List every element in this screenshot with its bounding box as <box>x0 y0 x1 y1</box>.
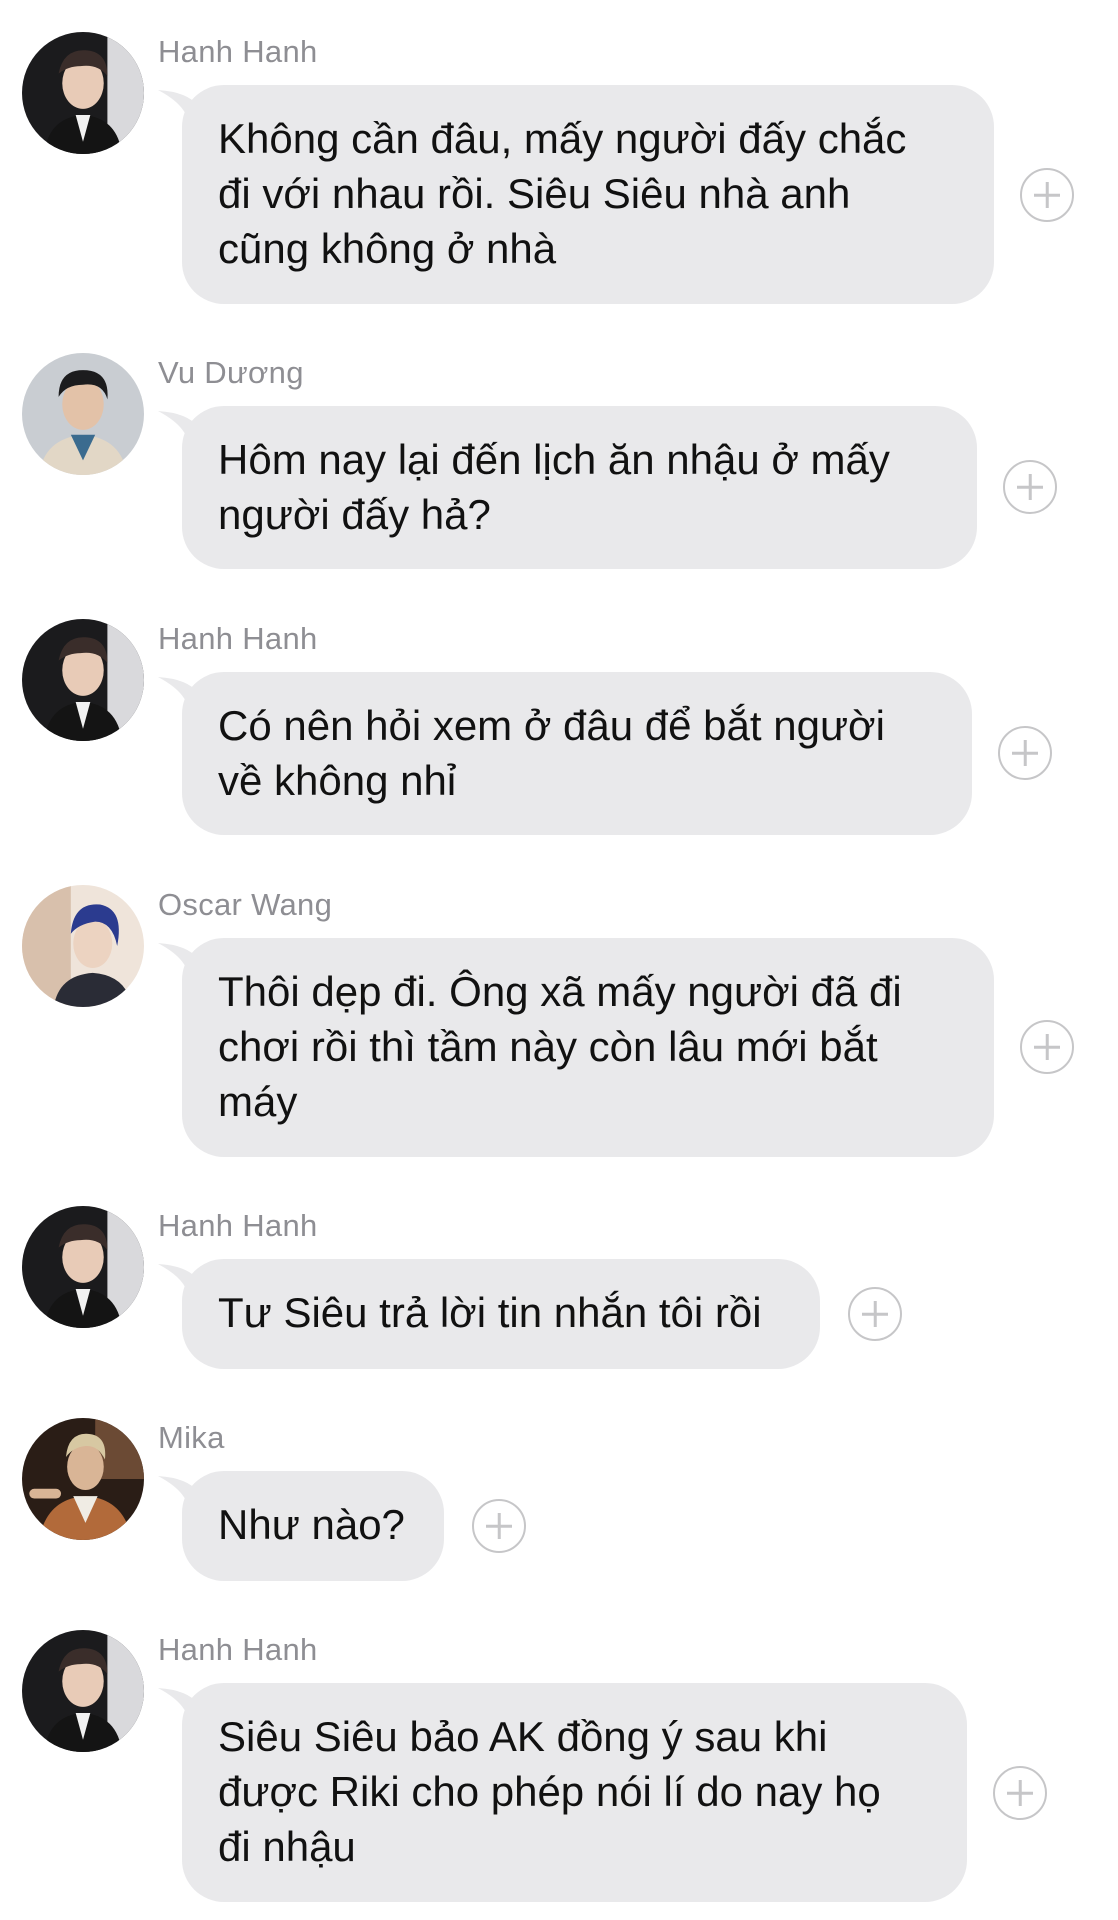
plus-circle-icon[interactable] <box>472 1499 526 1553</box>
sender-name: Hanh Hanh <box>158 1208 318 1243</box>
avatar-hanh-hanh-icon <box>22 1630 144 1752</box>
chat-thread: Hanh Hanh Không cần đâu, mấy người đấy c… <box>0 0 1118 1920</box>
plus-circle-icon[interactable] <box>993 1766 1047 1820</box>
plus-circle-icon[interactable] <box>1020 168 1074 222</box>
avatar-mika-icon <box>22 1418 144 1540</box>
avatar-vu-duong-icon <box>22 353 144 475</box>
avatar[interactable] <box>22 353 144 475</box>
avatar-hanh-hanh-icon <box>22 619 144 741</box>
avatar[interactable] <box>22 32 144 154</box>
message-bubble[interactable]: Hôm nay lại đến lịch ăn nhậu ở mấy người… <box>182 406 977 569</box>
plus-circle-icon[interactable] <box>998 726 1052 780</box>
message-bubble[interactable]: Như nào? <box>182 1471 444 1581</box>
sender-name: Hanh Hanh <box>158 1632 318 1667</box>
message-bubble[interactable]: Có nên hỏi xem ở đâu để bắt người về khô… <box>182 672 972 835</box>
avatar-oscar-wang-icon <box>22 885 144 1007</box>
message-bubble[interactable]: Siêu Siêu bảo AK đồng ý sau khi được Rik… <box>182 1683 967 1902</box>
sender-name: Vu Dương <box>158 355 304 390</box>
sender-name: Mika <box>158 1420 225 1455</box>
message-bubble[interactable]: Thôi dẹp đi. Ông xã mấy người đã đi chơi… <box>182 938 994 1157</box>
plus-circle-icon[interactable] <box>848 1287 902 1341</box>
avatar[interactable] <box>22 1630 144 1752</box>
plus-circle-icon[interactable] <box>1003 460 1057 514</box>
avatar[interactable] <box>22 885 144 1007</box>
avatar[interactable] <box>22 1206 144 1328</box>
avatar-hanh-hanh-icon <box>22 1206 144 1328</box>
sender-name: Hanh Hanh <box>158 34 318 69</box>
avatar[interactable] <box>22 619 144 741</box>
avatar-hanh-hanh-icon <box>22 32 144 154</box>
message-bubble[interactable]: Không cần đâu, mấy người đấy chắc đi với… <box>182 85 994 304</box>
sender-name: Oscar Wang <box>158 887 333 922</box>
sender-name: Hanh Hanh <box>158 621 318 656</box>
message-bubble[interactable]: Tư Siêu trả lời tin nhắn tôi rồi <box>182 1259 820 1369</box>
avatar[interactable] <box>22 1418 144 1540</box>
plus-circle-icon[interactable] <box>1020 1020 1074 1074</box>
